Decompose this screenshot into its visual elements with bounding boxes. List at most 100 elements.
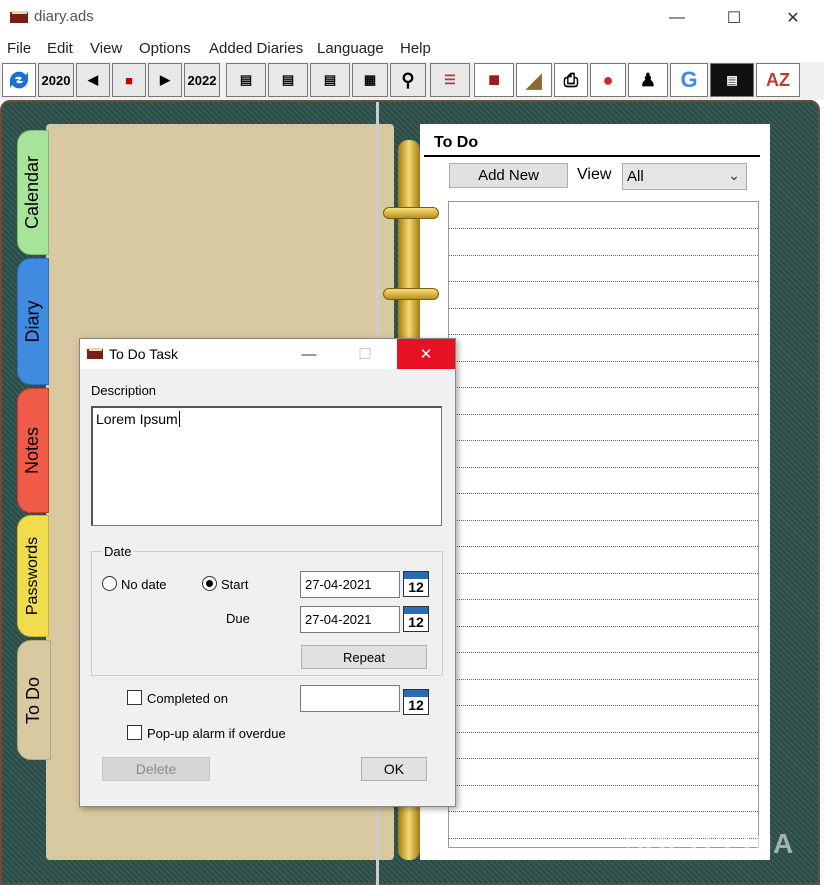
view-label: View [577, 166, 612, 183]
list-ruling-line [449, 440, 758, 441]
tab-diary-label: Diary [22, 300, 43, 343]
menu-view[interactable]: View [90, 40, 122, 57]
list-ruling-line [449, 758, 758, 759]
maximize-icon: ☐ [726, 10, 742, 27]
menu-added-diaries[interactable]: Added Diaries [209, 40, 303, 57]
tab-diary[interactable]: Diary [17, 258, 49, 385]
diary-book-icon [87, 348, 103, 359]
calendar-icon [404, 607, 428, 614]
close-button[interactable]: ✕ [770, 0, 816, 36]
menu-language[interactable]: Language [317, 40, 384, 57]
google-icon: G [680, 67, 698, 92]
day-view-button[interactable]: ▤ [226, 63, 266, 97]
no-date-radio[interactable] [102, 576, 117, 591]
start-date-picker-button[interactable]: 12 [403, 571, 429, 597]
completed-date-picker-button[interactable]: 12 [403, 689, 429, 715]
due-label: Due [226, 611, 250, 626]
print-button[interactable]: ⎙ [554, 63, 588, 97]
printer-icon: ⎙ [563, 69, 579, 90]
description-textarea[interactable]: Lorem Ipsum [91, 406, 442, 526]
dialog-minimize-button[interactable]: — [286, 339, 332, 369]
view-filter-select[interactable]: All ⌄ [622, 163, 747, 190]
description-text: Lorem Ipsum [96, 411, 178, 427]
list-ruling-line [449, 334, 758, 335]
tab-passwords-label: Passwords [24, 536, 41, 616]
week-view-icon: ▤ [281, 72, 295, 87]
tab-notes[interactable]: Notes [17, 388, 49, 513]
start-date-value: 27-04-2021 [305, 577, 372, 592]
list-view-button[interactable]: ☰ [430, 63, 470, 97]
popup-alarm-label: Pop-up alarm if overdue [147, 726, 286, 741]
news-button[interactable]: ▤ [710, 63, 754, 97]
menu-edit[interactable]: Edit [47, 40, 73, 57]
calendar-today-icon: ■ [125, 72, 133, 88]
calendar-day-label: 12 [408, 697, 424, 713]
dialog-close-button[interactable]: ✕ [397, 339, 455, 369]
tab-passwords[interactable]: Passwords [17, 515, 49, 637]
previous-year-label: 2020 [41, 72, 71, 88]
google-button[interactable]: G [670, 63, 708, 97]
tab-notes-label: Notes [22, 426, 43, 475]
list-ruling-line [449, 705, 758, 706]
previous-year-button[interactable]: 2020 [38, 63, 74, 97]
ok-button[interactable]: OK [361, 757, 427, 781]
view-filter-value: All [627, 168, 644, 185]
birthdays-button[interactable]: ● [590, 63, 626, 97]
list-ruling-line [449, 360, 758, 362]
month-view-icon: ▤ [323, 72, 337, 87]
todo-task-dialog: To Do Task — ☐ ✕ Description Lorem Ipsum… [79, 338, 456, 807]
tab-calendar-label: Calendar [22, 155, 43, 230]
todo-list[interactable] [448, 201, 759, 848]
week-view-button[interactable]: ▤ [268, 63, 308, 97]
menu-help[interactable]: Help [400, 40, 431, 57]
diary-book-icon [10, 11, 28, 23]
minimize-icon: — [669, 9, 685, 26]
due-date-value: 27-04-2021 [305, 612, 372, 627]
grid-view-button[interactable]: ▦ [352, 63, 388, 97]
maximize-button[interactable]: ☐ [711, 0, 757, 36]
month-view-button[interactable]: ▤ [310, 63, 350, 97]
previous-month-button[interactable]: ◀ [76, 63, 110, 97]
bookmark-button[interactable]: ◢ [516, 63, 552, 97]
list-ruling-line [449, 387, 758, 388]
start-radio[interactable] [202, 576, 217, 591]
today-button[interactable]: ■ [112, 63, 146, 97]
start-date-field[interactable]: 27-04-2021 [300, 571, 400, 598]
popup-alarm-checkbox[interactable] [127, 725, 142, 740]
menu-file[interactable]: File [7, 40, 31, 57]
calendar-day-label: 12 [408, 614, 424, 630]
minimize-icon: — [301, 345, 317, 363]
list-ruling-line [449, 625, 758, 627]
tab-calendar[interactable]: Calendar [17, 130, 49, 255]
start-label: Start [221, 577, 249, 592]
todo-title: To Do [434, 134, 479, 151]
tab-todo[interactable]: To Do [17, 640, 51, 760]
minimize-button[interactable]: — [654, 0, 700, 36]
completed-on-checkbox[interactable] [127, 690, 142, 705]
search-button[interactable]: ⚲ [390, 63, 426, 97]
next-month-button[interactable]: ▶ [148, 63, 182, 97]
list-ruling-line [449, 546, 758, 547]
completed-date-field[interactable] [300, 685, 400, 712]
list-ruling-line [449, 254, 758, 256]
refresh-button[interactable] [2, 63, 36, 97]
due-date-picker-button[interactable]: 12 [403, 606, 429, 632]
list-ruling-line [449, 281, 758, 282]
list-ruling-line [449, 652, 758, 653]
add-new-button[interactable]: Add New [449, 163, 568, 188]
diary-book-button[interactable]: ■ [474, 63, 514, 97]
next-year-button[interactable]: 2022 [184, 63, 220, 97]
list-ruling-line [449, 466, 758, 468]
calendar-icon [404, 572, 428, 579]
sort-button[interactable]: AZ [756, 63, 800, 97]
tab-todo-label: To Do [23, 676, 44, 724]
dialog-titlebar: To Do Task — ☐ ✕ [80, 339, 455, 369]
menu-options[interactable]: Options [139, 40, 191, 57]
bookmark-icon: ◢ [526, 69, 542, 92]
window-titlebar: diary.ads — ☐ ✕ [0, 0, 824, 36]
repeat-button[interactable]: Repeat [301, 645, 427, 669]
due-date-field[interactable]: 27-04-2021 [300, 606, 400, 633]
family-button[interactable]: ♟ [628, 63, 668, 97]
calendar-icon [404, 690, 428, 697]
softpedia-watermark: SOFTPEDIA [625, 828, 795, 859]
